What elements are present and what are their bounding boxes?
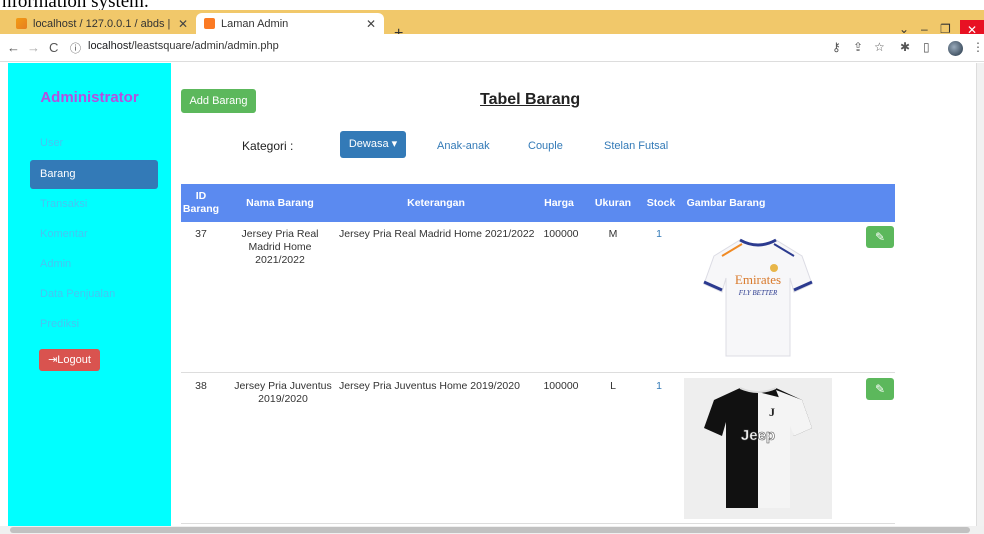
page-content: Administrator User Barang Transaksi Kome… — [8, 63, 976, 526]
col-stock: Stock — [646, 196, 676, 209]
table-row: 37 Jersey Pria Real Madrid Home 2021/202… — [181, 222, 895, 373]
kategori-label: Kategori : — [242, 139, 294, 153]
sponsor-subtext: FLY BETTER — [738, 289, 778, 297]
sidebar-item-prediksi[interactable]: Prediksi — [30, 310, 158, 339]
caret-down-icon: ▾ — [388, 138, 398, 150]
edit-button[interactable]: ✎ — [866, 378, 894, 400]
kategori-link-anak-anak[interactable]: Anak-anak — [437, 140, 490, 152]
profile-avatar[interactable] — [948, 41, 963, 56]
sidebar-item-data-penjualan[interactable]: Data Penjualan — [30, 280, 158, 309]
share-icon[interactable]: ⇪ — [853, 40, 863, 54]
tab-phpmyadmin[interactable]: localhost / 127.0.0.1 / abds | php ✕ — [8, 13, 196, 34]
kategori-dropdown[interactable]: Dewasa ▾ — [340, 131, 406, 158]
sidebar-item-admin[interactable]: Admin — [30, 250, 158, 279]
col-nama: Nama Barang — [246, 196, 314, 209]
logout-button[interactable]: ⇥Logout — [39, 349, 100, 371]
url-path: /leastsquare/admin/admin.php — [131, 40, 279, 52]
cell-nama: Jersey Pria Real Madrid Home 2021/2022 — [241, 228, 319, 266]
url-field[interactable]: localhost/leastsquare/admin/admin.php — [88, 40, 279, 52]
caption-text: nformation system. — [2, 0, 149, 10]
page-title: Tabel Barang — [480, 91, 581, 108]
cell-stock: 1 — [656, 380, 662, 392]
caption-strip: nformation system. — [0, 0, 984, 10]
cell-stock: 1 — [656, 228, 662, 240]
cell-id: 38 — [195, 380, 207, 392]
edit-button[interactable]: ✎ — [866, 226, 894, 248]
logout-label: Logout — [57, 354, 91, 366]
col-id: ID Barang — [182, 190, 220, 215]
kategori-link-stelan-futsal[interactable]: Stelan Futsal — [604, 140, 668, 152]
col-harga: Harga — [544, 196, 574, 209]
cell-ukuran: L — [610, 380, 616, 392]
cell-harga: 100000 — [543, 380, 579, 392]
cell-keterangan: Jersey Pria Real Madrid Home 2021/2022 — [339, 228, 535, 240]
add-barang-button[interactable]: Add Barang — [181, 89, 256, 113]
address-bar: ← → C ⓘ localhost/leastsquare/admin/admi… — [0, 34, 984, 62]
close-icon[interactable]: ✕ — [366, 17, 376, 31]
table-row: 38 Jersey Pria Juventus 2019/2020 Jersey… — [181, 374, 895, 524]
cell-nama: Jersey Pria Juventus 2019/2020 — [234, 380, 332, 405]
sidebar-title: Administrator — [40, 89, 139, 106]
menu-dots-icon[interactable]: ⋮ — [972, 40, 984, 54]
jersey-juventus-image: Jeep J — [684, 378, 832, 519]
pencil-icon: ✎ — [874, 230, 886, 244]
sidebar: Administrator User Barang Transaksi Kome… — [8, 63, 171, 526]
main-content: Add Barang Tabel Barang Kategori : Dewas… — [171, 63, 976, 526]
logout-icon: ⇥ — [48, 354, 58, 366]
key-icon[interactable]: ⚷ — [832, 40, 841, 54]
cell-keterangan: Jersey Pria Juventus Home 2019/2020 — [339, 380, 520, 392]
juventus-logo-icon: J — [769, 405, 775, 419]
info-icon[interactable]: ⓘ — [70, 40, 81, 56]
vertical-scrollbar[interactable] — [976, 63, 984, 526]
url-host: localhost — [88, 40, 132, 52]
sidebar-item-user[interactable]: User — [30, 129, 158, 158]
tab-label: Laman Admin — [221, 17, 289, 30]
pencil-icon: ✎ — [874, 382, 886, 396]
kategori-link-couple[interactable]: Couple — [528, 140, 563, 152]
side-panel-icon[interactable]: ▯ — [923, 40, 930, 54]
cell-ukuran: M — [608, 228, 618, 240]
sponsor-text: Jeep — [741, 427, 775, 444]
sponsor-text: Emirates — [735, 272, 781, 287]
horizontal-scrollbar[interactable] — [0, 526, 984, 534]
tab-laman-admin[interactable]: Laman Admin ✕ — [196, 13, 384, 34]
star-icon[interactable]: ☆ — [874, 40, 885, 54]
cell-id: 37 — [195, 228, 207, 240]
close-icon[interactable]: ✕ — [178, 17, 188, 31]
tab-label: localhost / 127.0.0.1 / abds | php — [33, 17, 172, 30]
phpmyadmin-favicon-icon — [16, 18, 27, 29]
col-gambar: Gambar Barang — [686, 196, 766, 209]
kategori-selected: Dewasa — [348, 138, 389, 150]
extensions-icon[interactable]: ✱ — [900, 40, 910, 54]
scrollbar-thumb[interactable] — [10, 527, 970, 533]
sidebar-item-transaksi[interactable]: Transaksi — [30, 190, 158, 219]
col-keterangan: Keterangan — [407, 196, 465, 209]
col-ukuran: Ukuran — [594, 196, 632, 209]
sidebar-item-barang[interactable]: Barang — [30, 160, 158, 189]
forward-arrow-icon[interactable]: → — [27, 40, 40, 55]
jersey-real-madrid-image: Emirates FLY BETTER — [684, 226, 832, 367]
back-arrow-icon[interactable]: ← — [7, 40, 20, 55]
sidebar-item-komentar[interactable]: Komentar — [30, 220, 158, 249]
browser-tab-bar: localhost / 127.0.0.1 / abds | php ✕ Lam… — [0, 10, 984, 42]
table-header: ID Barang Nama Barang Keterangan Harga U… — [181, 184, 895, 222]
cell-harga: 100000 — [543, 228, 579, 240]
xampp-favicon-icon — [204, 18, 215, 29]
reload-icon[interactable]: C — [49, 40, 58, 55]
